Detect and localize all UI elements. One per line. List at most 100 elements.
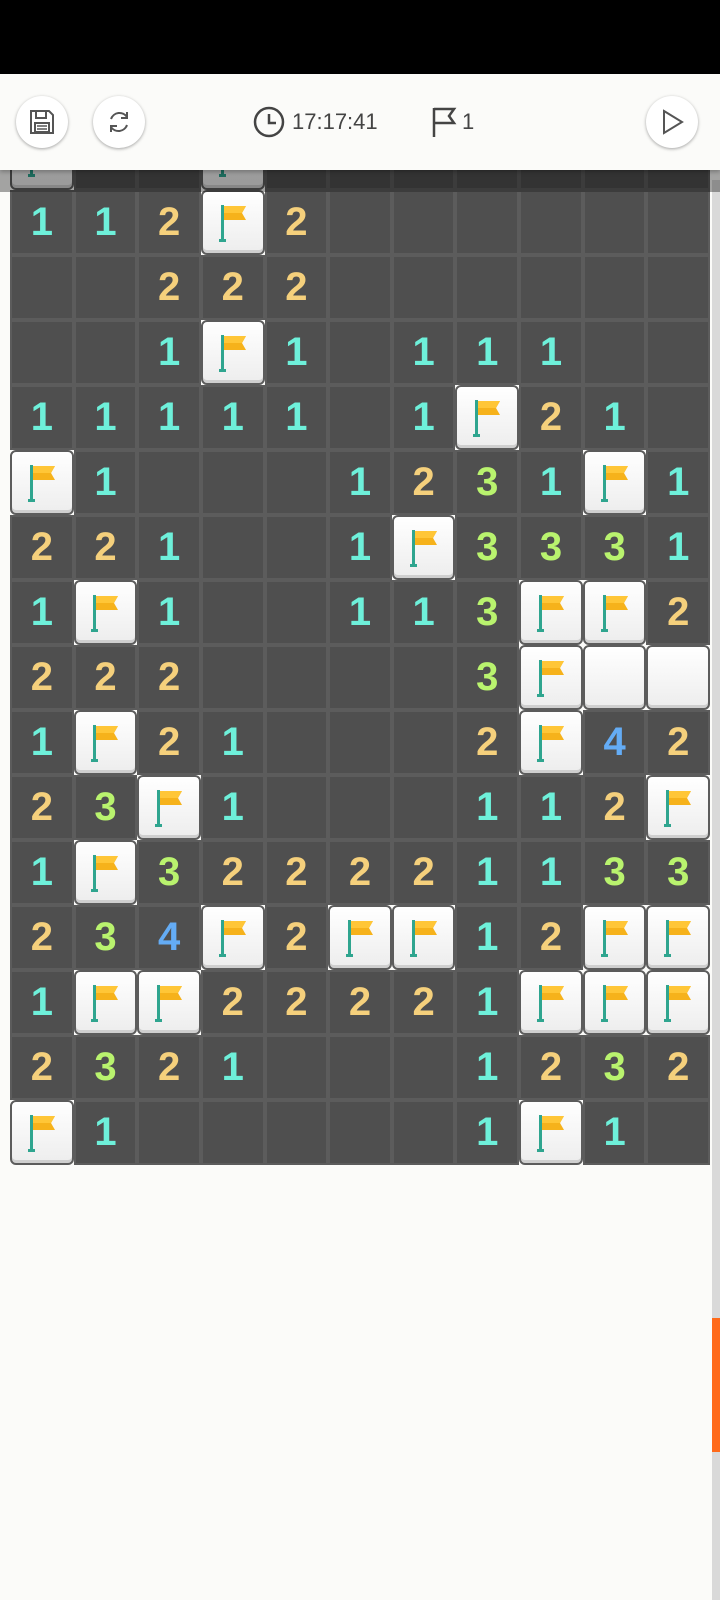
flagged-cell[interactable] [582,450,647,515]
number-cell[interactable]: 1 [200,775,265,840]
number-cell[interactable]: 1 [519,840,583,905]
number-cell[interactable]: 1 [328,580,392,645]
number-cell[interactable]: 3 [73,1035,138,1100]
empty-cell[interactable] [519,190,583,255]
empty-cell[interactable] [582,320,647,385]
number-cell[interactable]: 1 [646,515,710,580]
empty-cell[interactable] [328,775,392,840]
number-cell[interactable]: 1 [10,385,74,450]
number-cell[interactable]: 1 [455,775,520,840]
flagged-cell[interactable] [519,645,583,710]
number-cell[interactable]: 1 [455,320,520,385]
number-cell[interactable]: 1 [137,580,201,645]
number-cell[interactable]: 2 [264,905,329,970]
flagged-cell[interactable] [328,905,392,970]
number-cell[interactable]: 2 [646,580,710,645]
number-cell[interactable]: 4 [582,710,647,775]
number-cell[interactable]: 2 [264,840,329,905]
empty-cell[interactable] [200,580,265,645]
number-cell[interactable]: 2 [582,775,647,840]
flagged-cell[interactable] [73,710,138,775]
number-cell[interactable]: 1 [582,385,647,450]
empty-cell[interactable] [200,450,265,515]
number-cell[interactable]: 1 [73,190,138,255]
number-cell[interactable]: 2 [646,710,710,775]
empty-cell[interactable] [10,320,74,385]
empty-cell[interactable] [200,515,265,580]
number-cell[interactable]: 2 [73,515,138,580]
number-cell[interactable]: 3 [582,515,647,580]
number-cell[interactable]: 1 [200,1035,265,1100]
flagged-cell[interactable] [519,1100,583,1165]
flagged-cell[interactable] [391,515,456,580]
empty-cell[interactable] [328,320,392,385]
number-cell[interactable]: 1 [391,580,456,645]
number-cell[interactable]: 2 [10,1035,74,1100]
save-button[interactable] [16,96,68,148]
empty-cell[interactable] [646,320,710,385]
empty-cell[interactable] [200,645,265,710]
empty-cell[interactable] [391,190,456,255]
empty-cell[interactable] [264,645,329,710]
number-cell[interactable]: 1 [391,385,456,450]
empty-cell[interactable] [200,1100,265,1165]
empty-cell[interactable] [391,710,456,775]
number-cell[interactable]: 2 [328,970,392,1035]
number-cell[interactable]: 3 [582,840,647,905]
empty-cell[interactable] [391,645,456,710]
number-cell[interactable]: 2 [391,970,456,1035]
number-cell[interactable]: 1 [10,580,74,645]
number-cell[interactable]: 2 [264,190,329,255]
flagged-cell[interactable] [73,580,138,645]
number-cell[interactable]: 3 [582,1035,647,1100]
number-cell[interactable]: 1 [73,1100,138,1165]
empty-cell[interactable] [264,1035,329,1100]
minesweeper-board[interactable]: 2242211112222211111111111211123112211333… [10,170,710,1165]
number-cell[interactable]: 1 [455,1100,520,1165]
play-button[interactable] [646,96,698,148]
number-cell[interactable]: 1 [328,450,392,515]
empty-cell[interactable] [391,775,456,840]
number-cell[interactable]: 2 [519,1035,583,1100]
empty-cell[interactable] [73,320,138,385]
empty-cell[interactable] [582,190,647,255]
number-cell[interactable]: 1 [582,1100,647,1165]
flagged-cell[interactable] [455,385,520,450]
empty-cell[interactable] [391,1035,456,1100]
empty-cell[interactable] [328,190,392,255]
number-cell[interactable]: 1 [519,320,583,385]
number-cell[interactable]: 2 [10,515,74,580]
number-cell[interactable]: 1 [455,840,520,905]
empty-cell[interactable] [264,710,329,775]
empty-cell[interactable] [328,385,392,450]
empty-cell[interactable] [264,1100,329,1165]
number-cell[interactable]: 2 [73,645,138,710]
empty-cell[interactable] [10,255,74,320]
flagged-cell[interactable] [10,1100,74,1165]
empty-cell[interactable] [137,450,201,515]
board-viewport[interactable]: 2242211112222211111111111211123112211333… [10,170,710,1185]
number-cell[interactable]: 1 [646,450,710,515]
restart-button[interactable] [93,96,145,148]
number-cell[interactable]: 1 [200,710,265,775]
flagged-cell[interactable] [646,775,710,840]
unrevealed-cell[interactable] [582,645,647,710]
number-cell[interactable]: 3 [137,840,201,905]
number-cell[interactable]: 2 [200,970,265,1035]
empty-cell[interactable] [73,255,138,320]
number-cell[interactable]: 2 [264,255,329,320]
number-cell[interactable]: 4 [137,905,201,970]
empty-cell[interactable] [328,1100,392,1165]
empty-cell[interactable] [391,255,456,320]
number-cell[interactable]: 3 [455,645,520,710]
flagged-cell[interactable] [582,970,647,1035]
number-cell[interactable]: 3 [646,840,710,905]
empty-cell[interactable] [328,1035,392,1100]
flagged-cell[interactable] [73,840,138,905]
number-cell[interactable]: 1 [391,320,456,385]
number-cell[interactable]: 1 [10,190,74,255]
flagged-cell[interactable] [519,970,583,1035]
flagged-cell[interactable] [519,710,583,775]
flagged-cell[interactable] [137,970,201,1035]
number-cell[interactable]: 1 [455,905,520,970]
